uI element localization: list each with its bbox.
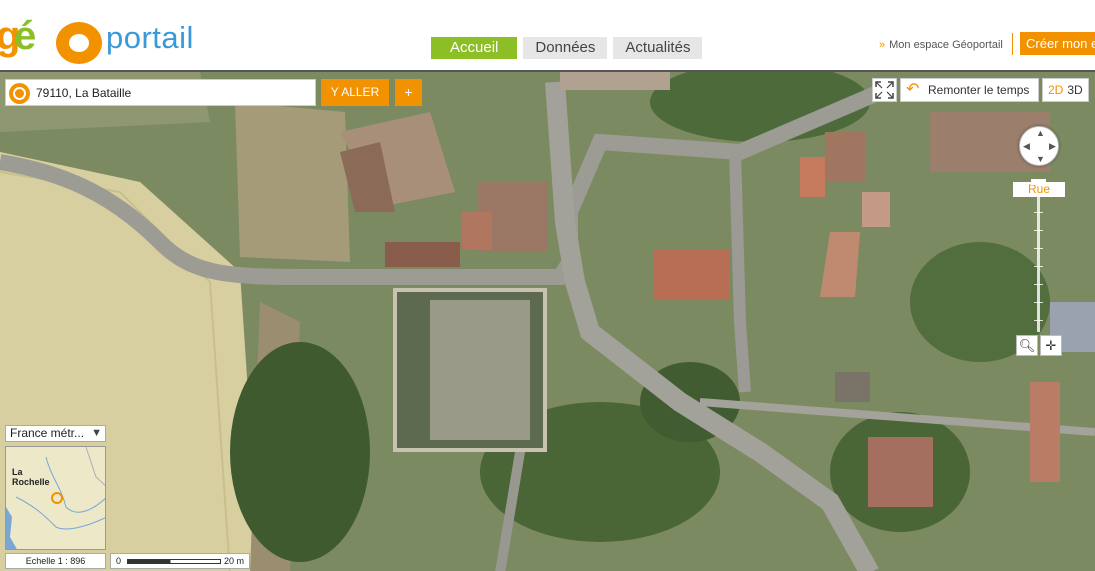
pan-down-icon[interactable]: ▼ [1036,154,1045,164]
create-account-button[interactable]: Créer mon e [1020,32,1095,55]
scale-bar-graphic [127,559,221,564]
plus-button[interactable]: + [395,79,422,106]
view-mode-toggle: 2D 3D [1042,78,1089,102]
go-button[interactable]: Y ALLER [321,79,389,106]
zoom-tick [1034,266,1043,267]
zoom-slider-handle[interactable] [1031,179,1046,185]
zoom-box-button[interactable]: 🔍︎ [1016,335,1038,356]
map-view[interactable]: Y ALLER + ↶ Remonter le temps 2D 3D ▲ ▼ ◀… [0,70,1095,571]
remonter-label: Remonter le temps [928,83,1030,97]
fullscreen-icon [875,81,894,99]
pan-right-icon[interactable]: ▶ [1049,141,1056,152]
minimap-city-label: La Rochelle [12,467,50,487]
logo-o-circle [56,22,102,64]
chevron-down-icon: ▼ [91,427,102,439]
logo-word: portail [106,20,194,55]
scale-start: 0 [116,556,122,566]
remonter-le-temps-button[interactable]: ↶ Remonter le temps [900,78,1039,102]
search-bar [5,79,316,106]
zoom-slider[interactable] [1037,197,1040,332]
tab-accueil[interactable]: Accueil [431,37,518,59]
location-marker-icon [51,492,63,504]
zoom-tick [1034,230,1043,231]
region-select[interactable]: France métr... ▼ [5,425,106,442]
pan-up-icon[interactable]: ▲ [1036,128,1045,138]
tab-actualites[interactable]: Actualités [613,37,703,59]
geoportail-logo[interactable]: g é portail [0,8,220,64]
header: g é portail Accueil Données Actualités »… [0,0,1095,70]
overview-minimap[interactable]: La Rochelle [5,446,106,550]
mode-3d-button[interactable]: 3D [1067,83,1082,97]
main-nav: Accueil Données Actualités [431,37,703,59]
mon-espace-label: Mon espace Géoportail [889,39,1003,51]
aerial-imagery [0,72,1095,571]
zoom-tick [1034,212,1043,213]
crosshair-icon: ✛ [1045,338,1057,353]
pan-left-icon[interactable]: ◀ [1023,141,1030,152]
scale-end: 20 m [223,556,244,566]
mode-2d-button[interactable]: 2D [1048,83,1063,97]
mon-espace-link[interactable]: » Mon espace Géoportail [879,37,1003,53]
zoom-tick [1034,302,1043,303]
logo-e: é [14,14,37,58]
pan-control[interactable]: ▲ ▼ ◀ ▶ [1019,126,1059,166]
region-select-value: France métr... [10,426,85,440]
divider [1012,33,1013,55]
zoom-tick [1034,248,1043,249]
chevron-right-icon: » [879,39,886,51]
scale-bar: 0 20 m [110,553,250,569]
search-input[interactable] [36,83,311,103]
magnifier-icon: 🔍︎ [1018,338,1036,353]
fullscreen-button[interactable] [872,78,897,102]
center-button[interactable]: ✛ [1040,335,1062,356]
locate-icon[interactable] [9,83,30,104]
undo-arrow-icon: ↶ [906,81,920,98]
tab-donnees[interactable]: Données [523,37,608,59]
zoom-tick [1034,320,1043,321]
scale-ratio: Echelle 1 : 896 [5,553,106,569]
zoom-tick [1034,284,1043,285]
